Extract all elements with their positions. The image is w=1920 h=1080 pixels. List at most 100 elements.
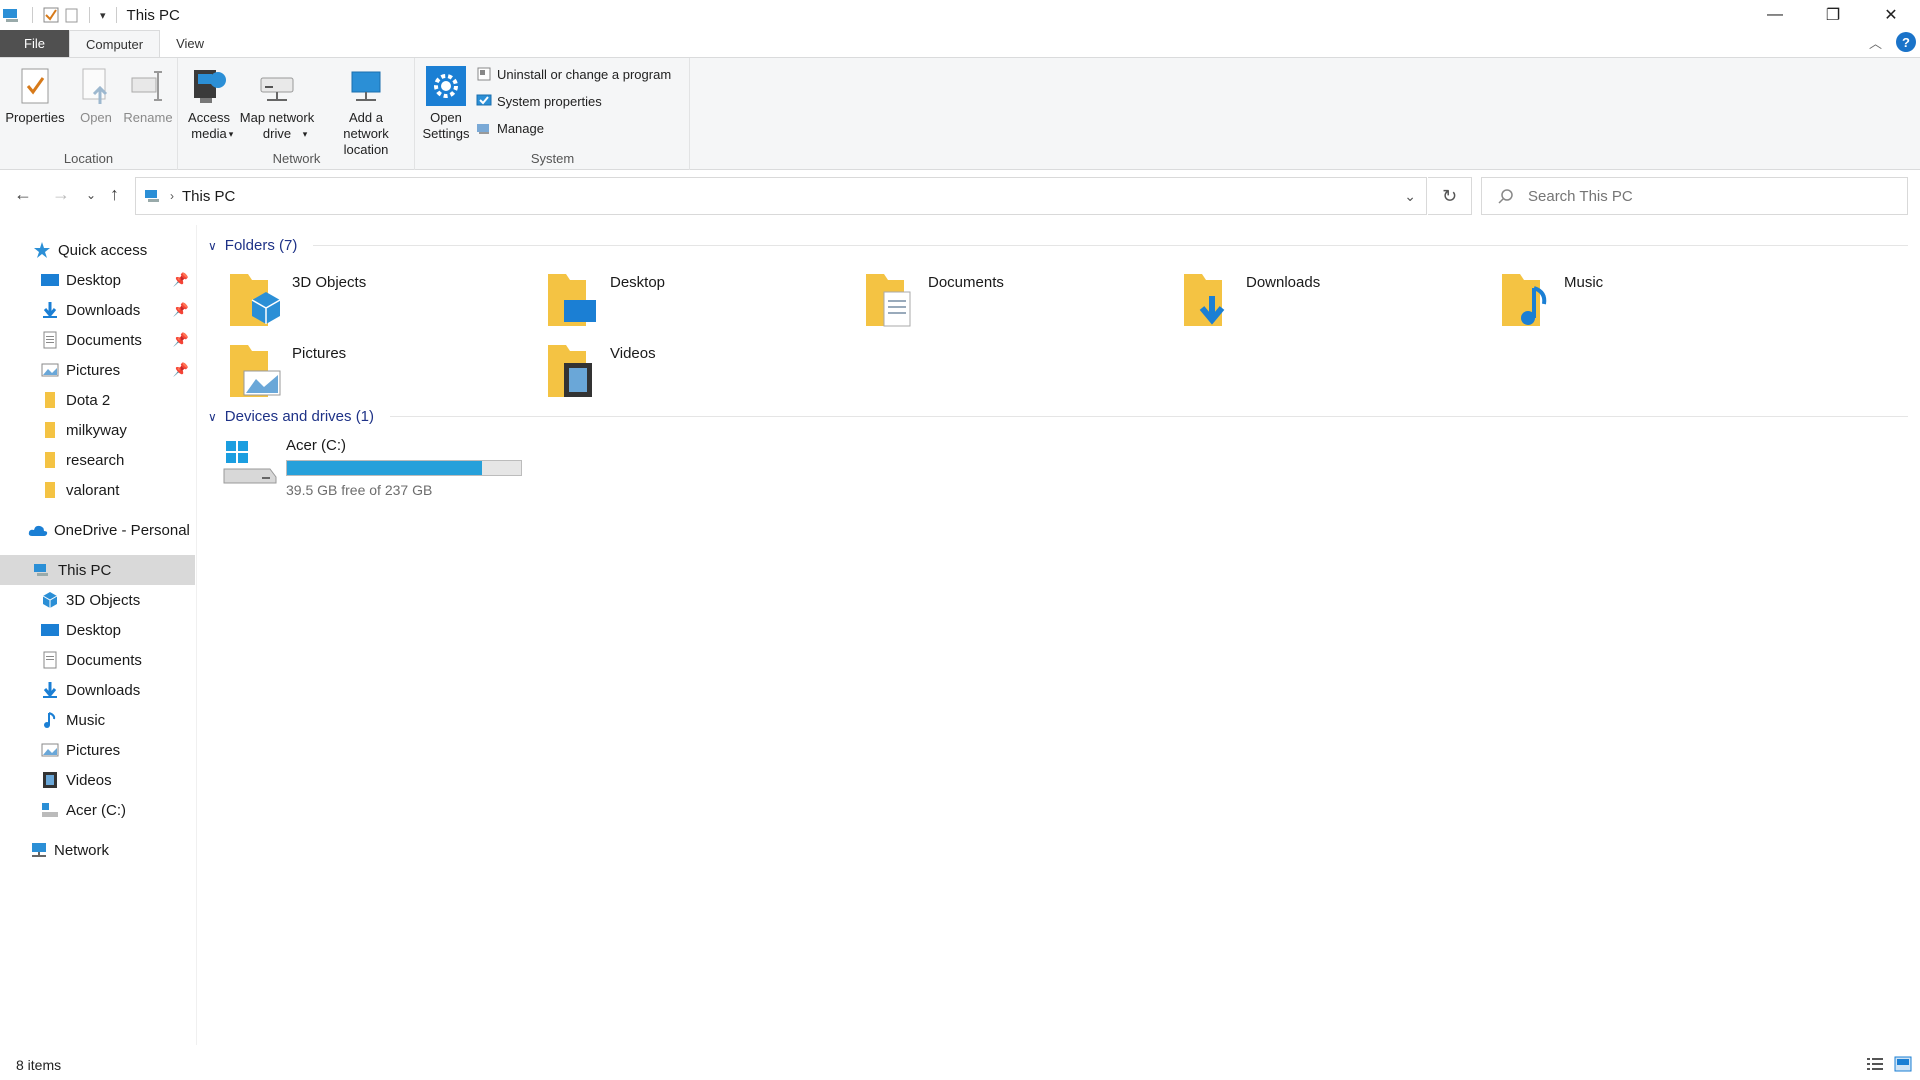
manage-icon [477, 124, 489, 134]
refresh-icon: ↻ [1441, 185, 1458, 206]
pin-icon: 📌 [172, 272, 189, 287]
drive-usage-fill [287, 461, 482, 475]
downloads-folder-icon [1184, 274, 1225, 326]
open-settings-button[interactable]: Open Settings [420, 64, 472, 142]
nav-pc-music[interactable]: Music [0, 705, 195, 735]
window-title: This PC [126, 6, 180, 24]
documents-icon [43, 331, 57, 349]
details-view-icon[interactable] [1866, 1056, 1884, 1072]
nav-this-pc[interactable]: This PC [0, 555, 195, 585]
folder-3d-objects[interactable]: 3D Objects [228, 270, 528, 336]
properties-icon [21, 68, 49, 104]
this-pc-icon [34, 564, 48, 576]
nav-quick-access[interactable]: Quick access [0, 235, 195, 265]
folder-desktop[interactable]: Desktop [546, 270, 846, 336]
nav-pc-downloads[interactable]: Downloads [0, 675, 195, 705]
help-icon[interactable]: ? [1896, 32, 1916, 52]
tab-computer[interactable]: Computer [69, 30, 161, 57]
maximize-button[interactable]: ❐ [1804, 0, 1862, 30]
minimize-button[interactable]: — [1746, 0, 1804, 30]
folder-downloads[interactable]: Downloads [1182, 270, 1482, 336]
access-media-icon [194, 70, 226, 103]
collapse-ribbon-chevron-icon[interactable]: ︿ [1869, 33, 1882, 52]
customize-toolbar-chevron-icon[interactable]: ▾ [100, 9, 106, 22]
folder-documents[interactable]: Documents [864, 270, 1164, 336]
tab-view[interactable]: View [160, 30, 220, 57]
new-folder-icon[interactable] [65, 7, 79, 23]
pin-icon: 📌 [172, 362, 189, 377]
map-network-drive-dropdown-icon[interactable]: ▾ [303, 126, 308, 142]
uninstall-program-button[interactable]: Uninstall or change a program [476, 66, 671, 82]
collapse-chevron-icon[interactable]: ∨ [208, 410, 217, 424]
desktop-icon [41, 274, 59, 286]
collapse-chevron-icon[interactable]: ∨ [208, 239, 217, 253]
map-network-drive-button[interactable]: Map network drive ▾ [235, 64, 319, 142]
nav-quick-dota2[interactable]: Dota 2 [0, 385, 195, 415]
large-icons-view-icon[interactable] [1894, 1056, 1912, 1072]
folders-section-header[interactable]: ∨ Folders (7) [208, 237, 1908, 254]
breadcrumb-this-pc[interactable]: This PC [182, 188, 235, 205]
nav-quick-research[interactable]: research [0, 445, 195, 475]
recent-locations-chevron-icon[interactable]: ⌄ [86, 188, 96, 202]
nav-pc-videos[interactable]: Videos [0, 765, 195, 795]
documents-folder-icon [866, 274, 911, 327]
folder-icon [45, 482, 55, 498]
up-arrow-icon[interactable]: ↑ [110, 184, 119, 205]
nav-quick-documents[interactable]: Documents 📌 [0, 325, 195, 355]
nav-pc-documents[interactable]: Documents [0, 645, 195, 675]
view-buttons [1866, 1056, 1912, 1072]
navigation-pane: Quick access Desktop 📌 Downloads 📌 Docum… [0, 225, 197, 1045]
nav-quick-desktop[interactable]: Desktop 📌 [0, 265, 195, 295]
folder-pictures[interactable]: Pictures [228, 341, 528, 407]
videos-film-icon [43, 772, 57, 788]
address-bar[interactable]: › This PC ⌄ [135, 177, 1427, 215]
rename-button[interactable]: Rename [122, 64, 174, 126]
properties-button[interactable]: Properties [5, 64, 65, 126]
pictures-icon [41, 363, 59, 377]
address-row: ← → ⌄ ↑ › This PC ⌄ ↻ [0, 176, 1920, 216]
access-media-dropdown-icon[interactable]: ▾ [229, 126, 234, 142]
nav-pc-acer-drive[interactable]: Acer (C:) [0, 795, 195, 825]
folder-music[interactable]: Music [1500, 270, 1800, 336]
close-button[interactable]: ✕ [1862, 0, 1920, 30]
nav-onedrive[interactable]: OneDrive - Personal [0, 515, 195, 545]
nav-pc-desktop[interactable]: Desktop [0, 615, 195, 645]
access-media-button[interactable]: Access media ▾ [185, 64, 233, 142]
back-arrow-icon[interactable]: ← [14, 184, 32, 205]
quick-access-toolbar: ▾ [0, 7, 121, 23]
documents-icon [43, 651, 57, 669]
add-network-location-button[interactable]: Add a network location [321, 64, 411, 158]
nav-quick-pictures[interactable]: Pictures 📌 [0, 355, 195, 385]
folder-videos[interactable]: Videos [546, 341, 846, 407]
nav-network[interactable]: Network [0, 835, 195, 865]
search-box[interactable] [1481, 177, 1908, 215]
forward-arrow-icon[interactable]: → [52, 184, 70, 205]
nav-quick-downloads[interactable]: Downloads 📌 [0, 295, 195, 325]
videos-folder-icon [548, 345, 592, 397]
properties-check-icon[interactable] [43, 7, 59, 23]
manage-button[interactable]: Manage [476, 120, 544, 136]
address-dropdown-chevron-icon[interactable]: ⌄ [1404, 188, 1416, 205]
this-pc-icon [3, 9, 18, 22]
pin-icon: 📌 [172, 332, 189, 347]
3d-objects-folder-icon [230, 274, 281, 326]
content-pane: ∨ Folders (7) 3D Objects Desktop Documen… [198, 225, 1920, 1045]
folder-icon [45, 452, 55, 468]
system-properties-button[interactable]: System properties [476, 93, 602, 109]
search-input[interactable] [1528, 187, 1868, 205]
downloads-icon [43, 302, 57, 318]
breadcrumb-separator-icon[interactable]: › [170, 189, 174, 203]
item-count: 8 items [16, 1057, 62, 1073]
this-pc-icon [145, 190, 159, 202]
nav-pc-pictures[interactable]: Pictures [0, 735, 195, 765]
tab-file[interactable]: File [0, 30, 69, 57]
nav-quick-valorant[interactable]: valorant [0, 475, 195, 505]
drive-acer-c[interactable]: Acer (C:) 39.5 GB free of 237 GB [222, 437, 522, 498]
open-button[interactable]: Open [72, 64, 120, 126]
nav-quick-milkyway[interactable]: milkyway [0, 415, 195, 445]
refresh-button[interactable]: ↻ [1428, 177, 1472, 215]
network-group: Access media ▾ Map network drive ▾ Add a… [179, 58, 415, 170]
devices-section-header[interactable]: ∨ Devices and drives (1) [208, 408, 1908, 425]
ribbon-tabs: File Computer View [0, 30, 1920, 57]
nav-pc-3d-objects[interactable]: 3D Objects [0, 585, 195, 615]
